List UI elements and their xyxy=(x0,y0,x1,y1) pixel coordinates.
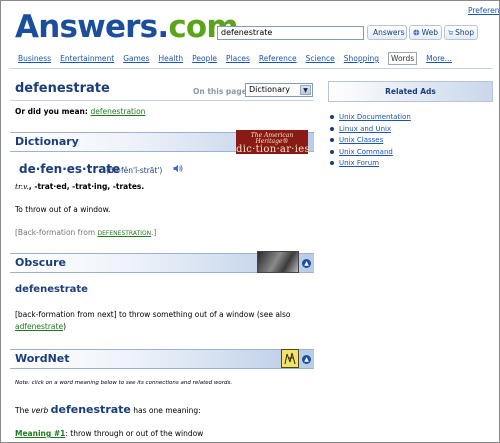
nav-item-more[interactable]: More... xyxy=(426,54,452,65)
wordnet-summary: The verb defenestrate has one meaning: xyxy=(15,403,201,416)
related-ads-title: Related Ads xyxy=(328,81,493,102)
bullet-icon xyxy=(330,126,334,131)
related-ads-list: Unix Documentation Linux and Unix Unix C… xyxy=(328,112,493,170)
search-input[interactable]: defenestrate xyxy=(217,26,364,40)
page-title: defenestrate xyxy=(15,81,110,96)
shop-search-button[interactable]: Shop xyxy=(444,25,478,40)
summary-prefix: The xyxy=(15,406,32,415)
summary-suffix: has one meaning: xyxy=(130,406,201,415)
etymology: [Back-formation from DEFENESTRATION.] xyxy=(15,228,156,237)
pronunciation: (dē-fĕn'ĭ-strāt') xyxy=(106,166,163,175)
etymology-link[interactable]: DEFENESTRATION xyxy=(98,230,152,237)
ad-item[interactable]: Unix Documentation xyxy=(330,112,493,124)
ad-link[interactable]: Linux and Unix xyxy=(339,125,391,133)
nav-item-places[interactable]: Places xyxy=(226,54,250,65)
inflections: tr.v., -trat·ed, -trat·ing, -trates. xyxy=(15,182,144,191)
logo-dot-text: . xyxy=(157,9,169,45)
preferences-link[interactable]: Preferences xyxy=(468,6,499,15)
meaning-text: : throw through or out of the window xyxy=(65,429,204,438)
bullet-icon xyxy=(330,161,334,165)
nav-item-health[interactable]: Health xyxy=(158,54,183,65)
on-this-page-value: Dictionary xyxy=(249,85,291,94)
ad-link[interactable]: Unix Forum xyxy=(339,159,379,167)
see-also-suffix: ) xyxy=(63,322,66,331)
obscure-definition: [back-formation from next] to throw some… xyxy=(15,309,315,333)
inflection-forms: , -trat·ed, -trat·ing, -trates. xyxy=(28,182,145,191)
ad-link[interactable]: Unix Documentation xyxy=(339,113,411,121)
ad-link[interactable]: Unix Command xyxy=(339,148,393,156)
ad-item[interactable]: Unix Forum xyxy=(330,158,493,170)
ahd-logo-line2: dic·tion·ar·ies xyxy=(236,144,310,155)
american-heritage-logo[interactable]: The American Heritage® dic·tion·ar·ies xyxy=(236,130,310,155)
ad-item[interactable]: Linux and Unix xyxy=(330,124,493,136)
ad-item[interactable]: Unix Classes xyxy=(330,135,493,147)
nav-item-words[interactable]: Words xyxy=(387,52,418,65)
bullet-icon xyxy=(330,115,334,119)
on-this-page-select[interactable]: Dictionary ▼ xyxy=(245,83,313,97)
globe-icon xyxy=(413,29,420,36)
nav-item-entertainment[interactable]: Entertainment xyxy=(60,54,114,65)
obscure-definition-text: [back-formation from next] to throw some… xyxy=(15,310,291,319)
etymology-suffix: .] xyxy=(151,228,157,237)
etymology-prefix: [Back-formation from xyxy=(15,228,98,237)
wordnet-section-title: WordNet xyxy=(15,352,70,365)
category-nav: Business Entertainment Games Health Peop… xyxy=(18,52,461,65)
meaning-link[interactable]: Meaning #1 xyxy=(15,429,65,438)
nav-item-science[interactable]: Science xyxy=(306,54,335,65)
chevron-down-icon: ▼ xyxy=(300,85,311,95)
nav-item-people[interactable]: People xyxy=(192,54,217,65)
nav-item-shopping[interactable]: Shopping xyxy=(344,54,379,65)
back-to-top-icon[interactable]: ▲ xyxy=(302,355,311,364)
answers-button-label: Answers xyxy=(373,28,405,37)
ad-item[interactable]: Unix Command xyxy=(330,147,493,159)
bullet-icon xyxy=(330,138,334,142)
summary-word: defenestrate xyxy=(50,403,131,416)
answers-logo[interactable]: Answers.comTM xyxy=(15,7,251,47)
did-you-mean-link[interactable]: defenestration xyxy=(91,107,146,116)
did-you-mean-label: Or did you mean: xyxy=(15,107,88,116)
bullet-icon xyxy=(330,149,334,154)
ad-link[interactable]: Unix Classes xyxy=(339,136,383,144)
related-ads-panel: Related Ads Unix Documentation Linux and… xyxy=(328,81,493,170)
summary-pos: verb xyxy=(31,406,49,415)
did-you-mean: Or did you mean: defenestration xyxy=(15,107,145,116)
wordnet-logo-icon[interactable] xyxy=(281,349,299,368)
nav-item-reference[interactable]: Reference xyxy=(259,54,297,65)
nav-divider xyxy=(9,68,493,69)
shop-button-label: Shop xyxy=(455,28,474,37)
speaker-icon[interactable] xyxy=(173,164,184,175)
part-of-speech: tr.v. xyxy=(15,182,29,191)
answers-search-button[interactable]: Answers xyxy=(367,25,407,40)
ahd-logo-line1: The American Heritage® xyxy=(250,132,294,145)
see-also-link[interactable]: adfenestrate xyxy=(15,322,63,331)
wordnet-meaning: Meaning #1: throw through or out of the … xyxy=(15,429,203,438)
nav-item-games[interactable]: Games xyxy=(123,54,149,65)
dictionary-definition: To throw out of a window. xyxy=(15,205,111,214)
nav-item-business[interactable]: Business xyxy=(18,54,51,65)
web-search-button[interactable]: Web xyxy=(409,25,442,40)
obscure-section-title: Obscure xyxy=(15,256,67,269)
browser-frame: Answers.comTM Preferences defenestrate A… xyxy=(0,0,500,443)
on-this-page-label: On this page: xyxy=(193,87,250,96)
web-button-label: Web xyxy=(421,28,438,37)
back-to-top-icon[interactable]: ▲ xyxy=(302,259,311,268)
obscure-source-photo[interactable] xyxy=(257,251,299,273)
dictionary-section-title: Dictionary xyxy=(15,135,79,148)
obscure-headword: defenestrate xyxy=(15,284,88,295)
shopping-cart-icon xyxy=(448,30,454,35)
wordnet-note: Note: click on a word meaning below to s… xyxy=(15,380,233,386)
logo-answers-text: Answers xyxy=(15,9,158,45)
